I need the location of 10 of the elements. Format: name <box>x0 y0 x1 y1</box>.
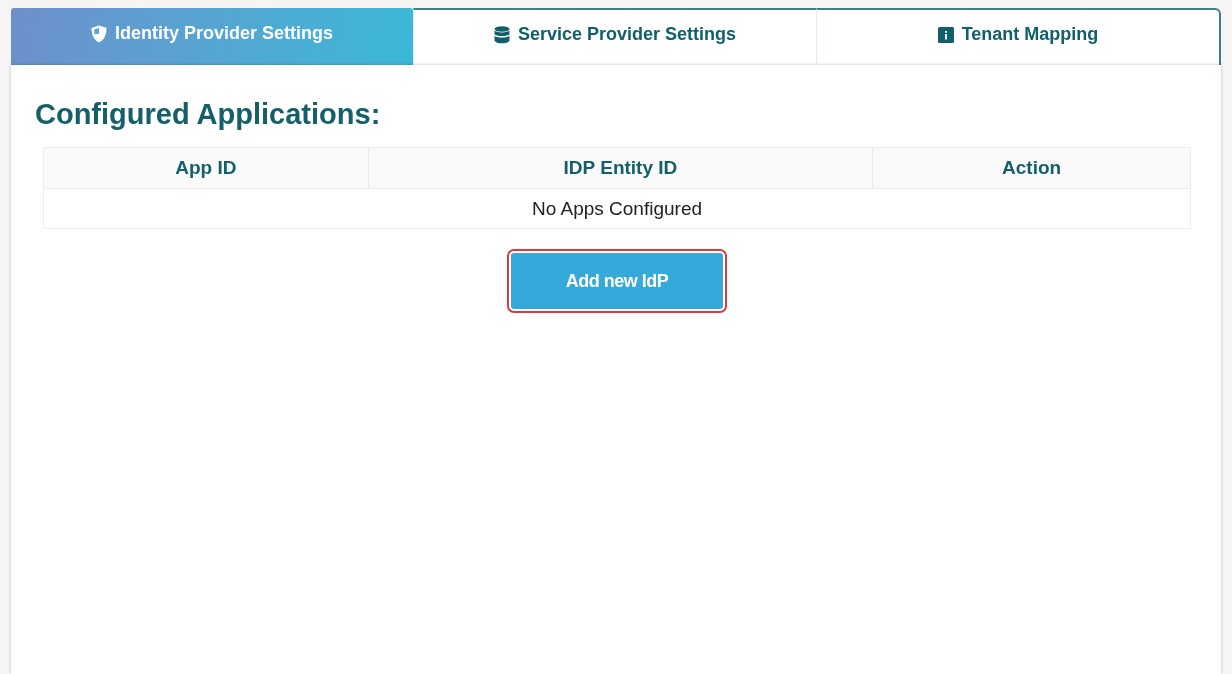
shield-icon <box>90 24 107 43</box>
column-header: Action <box>872 147 1191 189</box>
column-header: App ID <box>43 147 369 189</box>
tab[interactable]: Service Provider Settings <box>413 8 816 65</box>
section-heading: Configured Applications: <box>35 97 382 132</box>
database-icon <box>493 25 510 44</box>
info-icon <box>937 25 954 44</box>
column-header: IDP Entity ID <box>368 147 873 189</box>
tab[interactable]: Tenant Mapping <box>816 8 1221 65</box>
empty-table-message: No Apps Configured <box>43 188 1191 229</box>
